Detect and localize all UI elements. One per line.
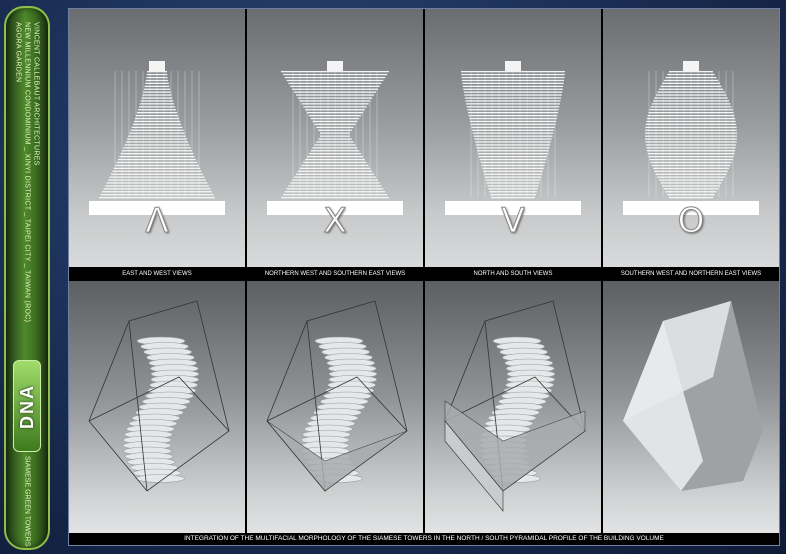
tower-floors	[461, 61, 565, 199]
caption-2: NORTHERN WEST AND SOUTHERN EAST VIEWS	[264, 271, 406, 277]
profile-letter: X	[323, 201, 347, 242]
volume-row	[69, 281, 779, 533]
volume-cell-2	[247, 281, 423, 533]
caption-3: NORTH AND SOUTH VIEWS	[473, 271, 553, 277]
footer-caption: INTEGRATION OF THE MULTIFACIAL MORPHOLOG…	[69, 533, 779, 545]
sidebar-line-project: NEW MILLENNIUM CONDOMINIUM _ XINYI DISTR…	[23, 22, 31, 323]
volume-cell-1	[69, 281, 245, 533]
dna-logo: DNA	[13, 360, 41, 452]
profile-letter: V	[501, 201, 525, 242]
main-panel: Λ X V O EAST AND WEST VIEWS NORTHERN WES…	[68, 8, 780, 546]
tower-floors	[281, 61, 389, 199]
elevation-cell-3: V	[425, 9, 601, 267]
sidebar-line-architect: VINCENT CALLEBAUT ARCHITECTURES	[32, 22, 40, 166]
elevation-cell-1: Λ	[69, 9, 245, 267]
volume-cell-4	[603, 281, 779, 533]
volume-solid	[623, 301, 763, 491]
caption-1: EAST AND WEST VIEWS	[122, 271, 192, 277]
tower-floors	[99, 61, 215, 199]
elevation-cell-2: X	[247, 9, 423, 267]
caption-bar: EAST AND WEST VIEWS NORTHERN WEST AND SO…	[69, 267, 779, 281]
volume-base	[266, 300, 408, 492]
profile-letter: O	[677, 201, 705, 242]
elevation-row: Λ X V O	[69, 9, 779, 267]
elevation-cell-4: O	[603, 9, 779, 267]
dna-logo-text: DNA	[16, 383, 37, 429]
sidebar-line-name: AGORA GARDEN	[14, 22, 22, 83]
sidebar: VINCENT CALLEBAUT ARCHITECTURES NEW MILL…	[4, 6, 50, 550]
tower-floors	[645, 61, 737, 199]
profile-letter: Λ	[145, 201, 169, 242]
sidebar-credits: VINCENT CALLEBAUT ARCHITECTURES NEW MILL…	[14, 22, 41, 322]
twisted-tower	[122, 336, 200, 483]
volume-half	[444, 300, 586, 512]
volume-wireframe	[88, 300, 230, 492]
sidebar-subtitle: SIAMESE GREEN TOWERS	[23, 456, 31, 547]
volume-cell-3	[425, 281, 601, 533]
caption-4: SOUTHERN WEST AND NORTHERN EAST VIEWS	[620, 271, 762, 277]
